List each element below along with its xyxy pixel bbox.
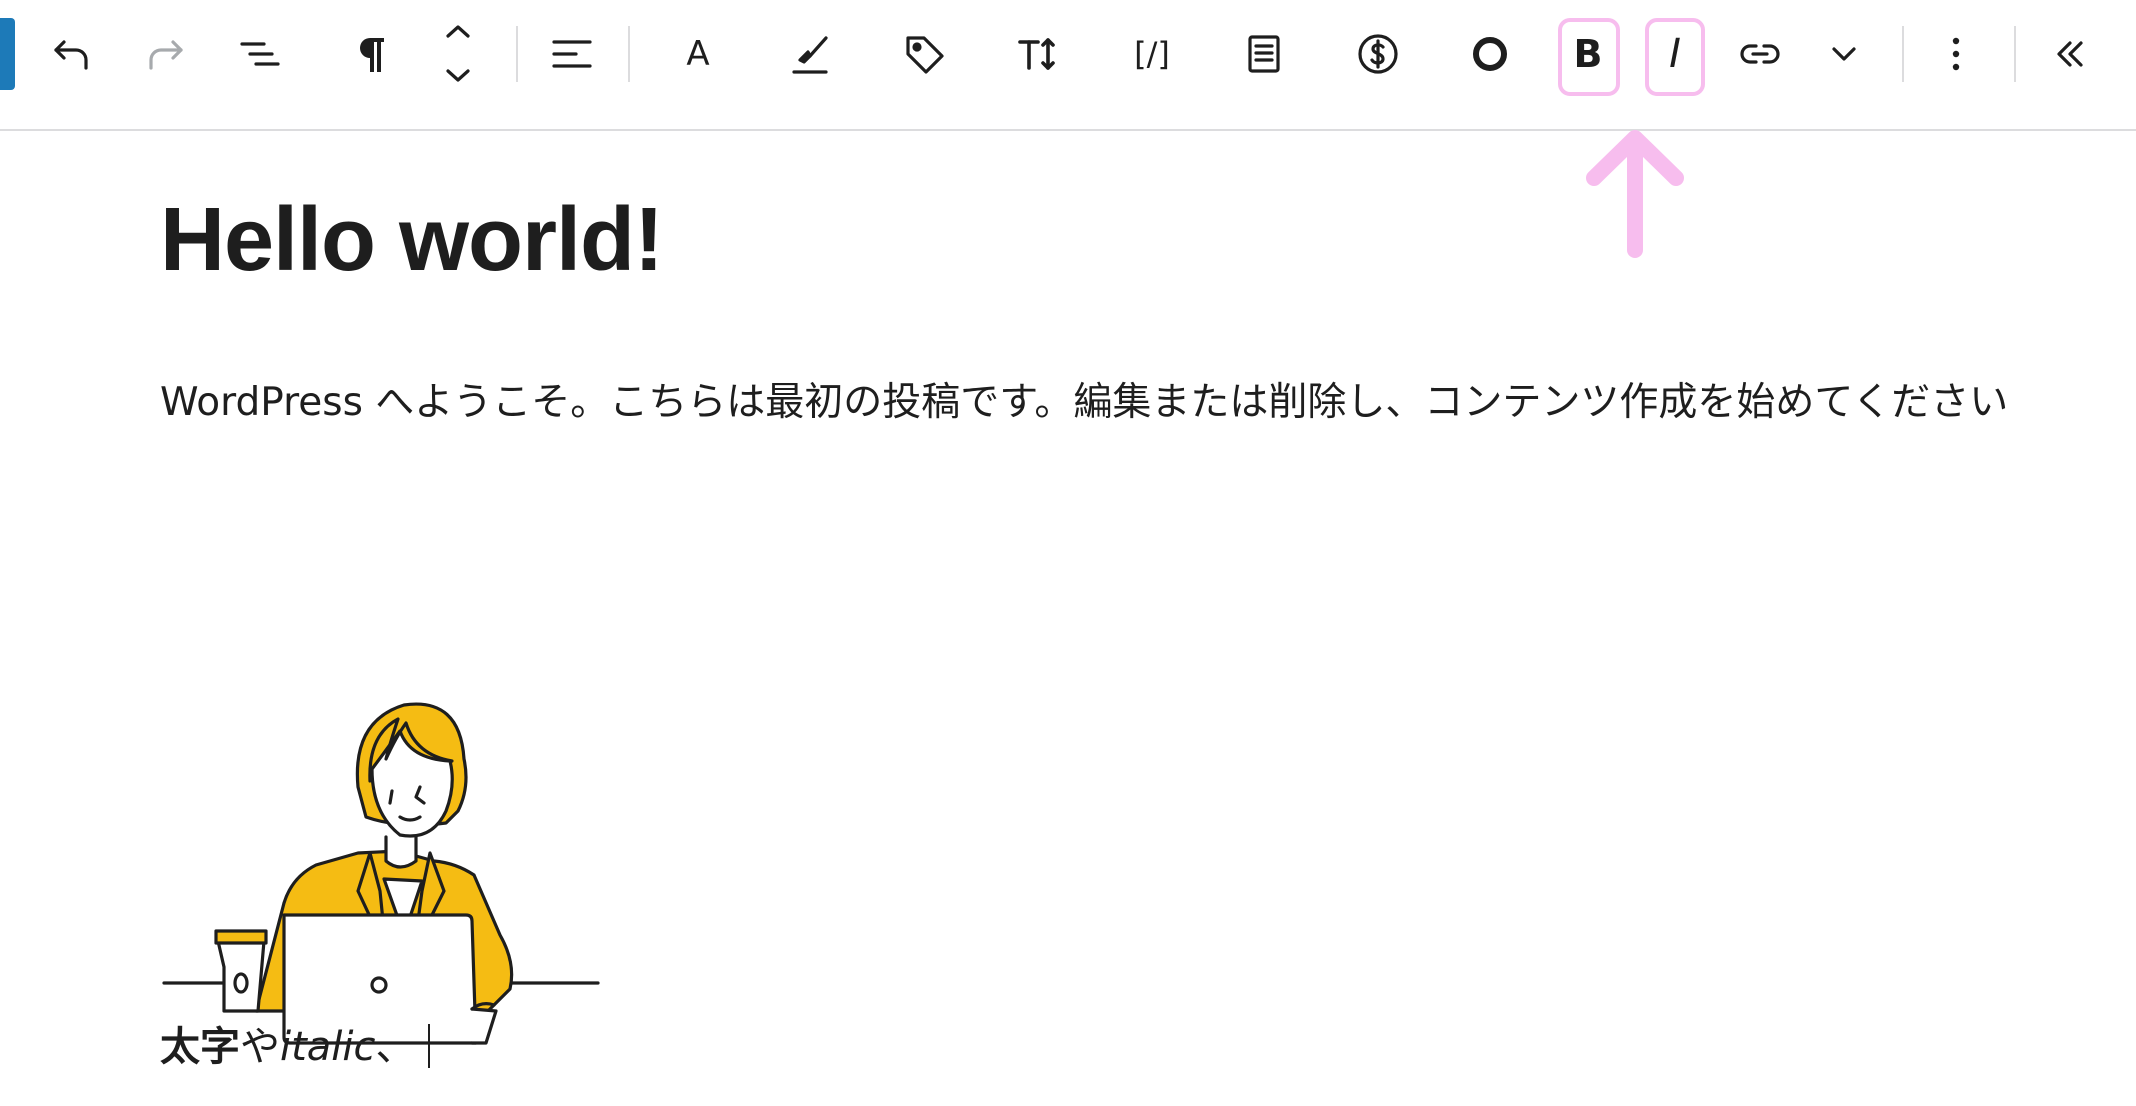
block-type-paragraph-button[interactable] [340, 16, 404, 92]
paragraph-block-formatting[interactable]: 太字やitalic、 [160, 1019, 430, 1075]
circle-button[interactable] [1458, 16, 1522, 92]
inline-code-icon: [/] [1134, 35, 1170, 73]
align-left-icon [552, 40, 592, 68]
toolbar-separator [2014, 26, 2016, 82]
italic-text: italic [280, 1024, 376, 1070]
toolbar-separator [628, 26, 630, 82]
plain-text-tail: 、 [375, 1024, 416, 1070]
inline-code-button[interactable]: [/] [1120, 16, 1184, 92]
move-up-down-button[interactable] [426, 16, 490, 92]
collapse-toolbar-button[interactable] [2038, 16, 2102, 92]
more-rich-text-button[interactable] [1812, 16, 1876, 92]
toolbar-separator [516, 26, 518, 82]
currency-button[interactable] [1346, 16, 1410, 92]
list-view-icon [240, 42, 280, 66]
pilcrow-icon [360, 38, 384, 72]
toolbar-separator [1902, 26, 1904, 82]
undo-icon [54, 40, 88, 70]
circle-icon [1473, 37, 1507, 71]
align-text-button[interactable] [540, 16, 604, 92]
italic-icon: I [1669, 31, 1681, 77]
dollar-circle-icon [1358, 34, 1398, 74]
text-caret [427, 1024, 430, 1068]
document-outline-button[interactable] [228, 16, 292, 92]
undo-button[interactable] [40, 16, 104, 92]
chevron-up-down-icon [446, 25, 470, 82]
post-title[interactable]: Hello world! [160, 189, 664, 292]
chevron-down-icon [1832, 47, 1856, 61]
italic-button[interactable]: I [1643, 16, 1707, 92]
document-button[interactable] [1232, 16, 1296, 92]
link-icon [1740, 44, 1780, 64]
more-vertical-icon [1952, 37, 1960, 71]
chevrons-left-icon [2057, 41, 2083, 67]
redo-icon [149, 40, 183, 70]
options-button[interactable] [1924, 16, 1988, 92]
link-button[interactable] [1728, 16, 1792, 92]
block-selection-indicator [0, 18, 15, 90]
tag-button[interactable] [892, 16, 956, 92]
font-size-button[interactable] [1006, 16, 1070, 92]
redo-button[interactable] [133, 16, 197, 92]
paragraph-block[interactable]: WordPress へようこそ。こちらは最初の投稿です。編集または削除し、コンテ… [160, 365, 2030, 440]
document-icon [1248, 35, 1280, 73]
highlighter-button[interactable] [778, 16, 842, 92]
font-size-icon [1018, 38, 1055, 70]
editor-canvas: Hello world! WordPress へようこそ。こちらは最初の投稿です… [0, 131, 2136, 1106]
letter-a-icon: A [686, 34, 710, 74]
bold-text: 太字 [160, 1024, 240, 1070]
tag-icon [906, 36, 944, 74]
woman-at-laptop-illustration[interactable] [160, 591, 608, 1053]
bold-button[interactable]: B [1556, 16, 1620, 92]
block-toolbar: A [/] B I [0, 0, 2136, 131]
plain-text: や [240, 1024, 280, 1070]
font-button[interactable]: A [666, 16, 730, 92]
bold-icon: B [1573, 32, 1603, 76]
paintbrush-icon [792, 36, 828, 74]
